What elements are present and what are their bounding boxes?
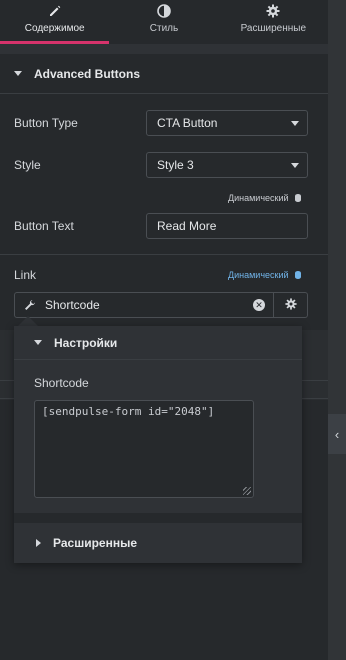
caret-right-icon bbox=[36, 539, 41, 547]
tabs-divider-strip bbox=[0, 44, 328, 54]
popover-separator bbox=[14, 513, 302, 523]
tab-content-label: Содержимое bbox=[24, 23, 85, 34]
collapse-panel-button[interactable]: ‹ bbox=[328, 414, 346, 454]
right-rail bbox=[328, 0, 346, 660]
style-select[interactable]: Style 3 bbox=[146, 152, 308, 178]
button-text-input[interactable]: Read More bbox=[146, 213, 308, 239]
resize-handle-icon[interactable] bbox=[243, 487, 251, 495]
gear-icon bbox=[266, 3, 280, 19]
caret-down-icon bbox=[34, 340, 42, 345]
button-type-select[interactable]: CTA Button bbox=[146, 110, 308, 136]
popover-advanced-toggle[interactable]: Расширенные bbox=[14, 523, 302, 563]
button-text-label: Button Text bbox=[14, 219, 74, 233]
link-settings-button[interactable] bbox=[274, 292, 308, 318]
style-value: Style 3 bbox=[157, 158, 194, 172]
popover-header[interactable]: Настройки bbox=[14, 326, 302, 360]
gear-icon bbox=[284, 297, 297, 313]
chevron-left-icon: ‹ bbox=[334, 426, 340, 442]
section-header[interactable]: Advanced Buttons bbox=[0, 54, 328, 94]
popover-arrow bbox=[18, 316, 38, 326]
button-text-value: Read More bbox=[157, 219, 217, 233]
button-text-row: Button Text Read More bbox=[14, 213, 308, 239]
button-type-value: CTA Button bbox=[157, 116, 218, 130]
pencil-icon bbox=[48, 3, 62, 19]
database-icon bbox=[294, 271, 301, 279]
caret-down-icon bbox=[14, 71, 22, 76]
link-dynamic-tags-button[interactable]: Динамический bbox=[228, 270, 301, 280]
popover-advanced-label: Расширенные bbox=[53, 536, 137, 550]
section-title: Advanced Buttons bbox=[34, 66, 141, 81]
divider bbox=[0, 254, 328, 255]
link-value: Shortcode bbox=[45, 298, 100, 312]
shortcode-textarea[interactable]: [sendpulse-form id="2048"] bbox=[34, 400, 254, 498]
database-icon bbox=[294, 194, 301, 202]
tab-advanced[interactable]: Расширенные bbox=[219, 0, 328, 44]
tab-style-label: Стиль bbox=[149, 23, 179, 34]
link-label: Link bbox=[14, 268, 37, 282]
button-type-row: Button Type CTA Button bbox=[14, 110, 308, 136]
wrench-icon bbox=[23, 298, 37, 312]
chevron-down-icon bbox=[291, 120, 299, 126]
dynamic-label: Динамический bbox=[228, 193, 289, 203]
popover-title: Настройки bbox=[54, 335, 118, 350]
link-dynamic-label: Динамический bbox=[228, 270, 289, 280]
style-label: Style bbox=[14, 158, 41, 172]
link-dynamic-tag-field[interactable]: Shortcode ✕ bbox=[14, 292, 274, 318]
tab-style[interactable]: Стиль bbox=[109, 0, 218, 44]
advanced-buttons-section: Advanced Buttons bbox=[0, 54, 328, 94]
dynamic-tags-button[interactable]: Динамический bbox=[228, 193, 301, 203]
clear-icon[interactable]: ✕ bbox=[253, 299, 265, 311]
button-type-label: Button Type bbox=[14, 116, 78, 130]
tab-content[interactable]: Содержимое bbox=[0, 0, 110, 44]
shortcode-value: [sendpulse-form id="2048"] bbox=[42, 405, 215, 418]
half-circle-icon bbox=[157, 3, 171, 19]
style-row: Style Style 3 bbox=[14, 152, 308, 178]
tab-advanced-label: Расширенные bbox=[240, 23, 307, 34]
editor-tabs: Содержимое Стиль Расширенные bbox=[0, 0, 328, 44]
shortcode-label: Shortcode bbox=[34, 376, 89, 390]
chevron-down-icon bbox=[291, 162, 299, 168]
dynamic-tag-settings-popover: Настройки Shortcode [sendpulse-form id="… bbox=[14, 326, 302, 563]
